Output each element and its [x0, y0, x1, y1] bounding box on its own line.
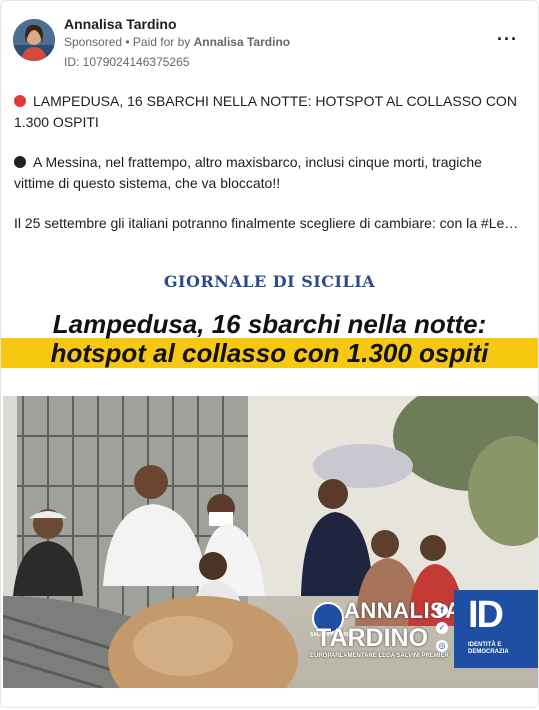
newspaper-masthead: GIORNALE DI SICILIA	[163, 272, 376, 291]
headline-line-2: hotspot al collasso con 1.300 ospiti	[44, 339, 495, 368]
id-group-label: IDENTITÀ E DEMOCRAZIA	[468, 642, 509, 655]
badge-last-name: TARDINO	[316, 624, 429, 652]
post-paragraph-1-text: LAMPEDUSA, 16 SBARCHI NELLA NOTTE: HOTSP…	[14, 93, 517, 130]
facebook-icon[interactable]: f	[436, 604, 448, 616]
news-photo: SALVINI PREMIER ANNALISA TARDINO EUROPAR…	[3, 396, 538, 688]
sponsored-label: Sponsored	[64, 35, 123, 49]
more-options-icon[interactable]: ···	[497, 29, 518, 50]
ad-post-card: Annalisa Tardino Sponsored • Paid for by…	[0, 0, 539, 708]
post-paragraph-2-text: A Messina, nel frattempo, altro maxisbar…	[14, 154, 482, 191]
sponsored-line: Sponsored • Paid for by Annalisa Tardino	[64, 35, 290, 49]
black-circle-icon	[14, 156, 26, 168]
ad-id: ID: 1079024146375265	[64, 55, 190, 69]
paid-for-by-prefix: • Paid for by	[125, 35, 191, 49]
author-avatar[interactable]	[13, 19, 55, 61]
post-paragraph-2: A Messina, nel frattempo, altro maxisbar…	[14, 152, 526, 194]
headline-line-1: Lampedusa, 16 sbarchi nella notte:	[52, 309, 487, 339]
post-body: LAMPEDUSA, 16 SBARCHI NELLA NOTTE: HOTSP…	[14, 91, 526, 253]
post-paragraph-1: LAMPEDUSA, 16 SBARCHI NELLA NOTTE: HOTSP…	[14, 91, 526, 133]
id-logo-icon: ID	[468, 594, 504, 636]
post-paragraph-3[interactable]: Il 25 settembre gli italiani potranno fi…	[14, 213, 526, 234]
ad-creative-image[interactable]: GIORNALE DI SICILIA Lampedusa, 16 sbarch…	[1, 248, 538, 688]
red-circle-icon	[14, 95, 26, 107]
author-name[interactable]: Annalisa Tardino	[64, 16, 177, 32]
candidate-badge: SALVINI PREMIER ANNALISA TARDINO EUROPAR…	[308, 590, 538, 674]
instagram-icon[interactable]: ◎	[436, 640, 448, 652]
card-footer	[1, 692, 538, 707]
creative-headline: Lampedusa, 16 sbarchi nella notte: hotsp…	[1, 310, 538, 368]
id-group-panel: ID IDENTITÀ E DEMOCRAZIA	[454, 590, 538, 668]
paid-for-by-name[interactable]: Annalisa Tardino	[194, 35, 290, 49]
twitter-icon[interactable]: ✓	[436, 622, 448, 634]
badge-role: EUROPARLAMENTARE LEGA SALVINI PREMIER	[310, 653, 449, 659]
